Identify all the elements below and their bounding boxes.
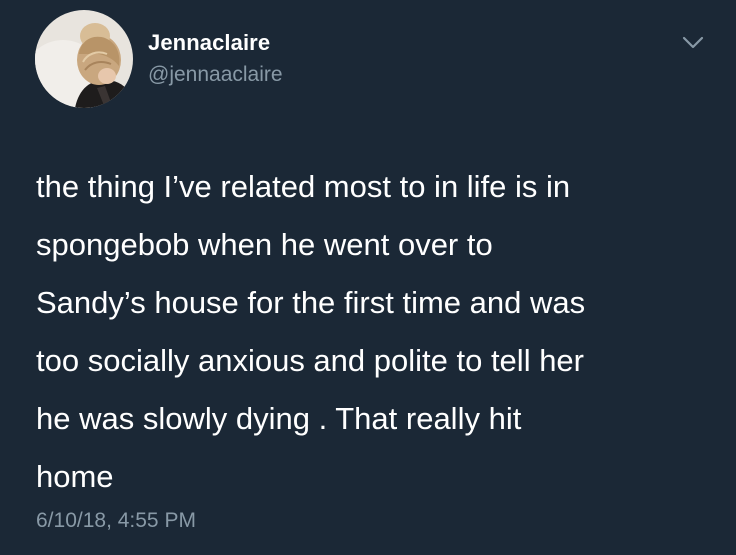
chevron-down-icon[interactable]	[682, 36, 704, 50]
tweet-text-line: spongebob when he went over to	[36, 227, 493, 262]
tweet-timestamp[interactable]: 6/10/18, 4:55 PM	[36, 509, 196, 533]
tweet-text-line: Sandy’s house for the first time and was	[36, 285, 586, 320]
avatar-photo-icon	[35, 10, 133, 108]
display-name[interactable]: Jennaclaire	[148, 30, 270, 56]
user-handle[interactable]: @jennaaclaire	[148, 63, 283, 87]
tweet-text-line: the thing I’ve related most to in life i…	[36, 169, 571, 204]
tweet-text-line: too socially anxious and polite to tell …	[36, 343, 584, 378]
avatar[interactable]	[35, 10, 133, 108]
tweet-text: the thing I’ve related most to in life i…	[36, 158, 716, 506]
tweet-card: Jennaclaire @jennaaclaire the thing I’ve…	[0, 0, 736, 555]
tweet-text-line: he was slowly dying . That really hit	[36, 401, 522, 436]
tweet-text-line: home	[36, 459, 114, 494]
